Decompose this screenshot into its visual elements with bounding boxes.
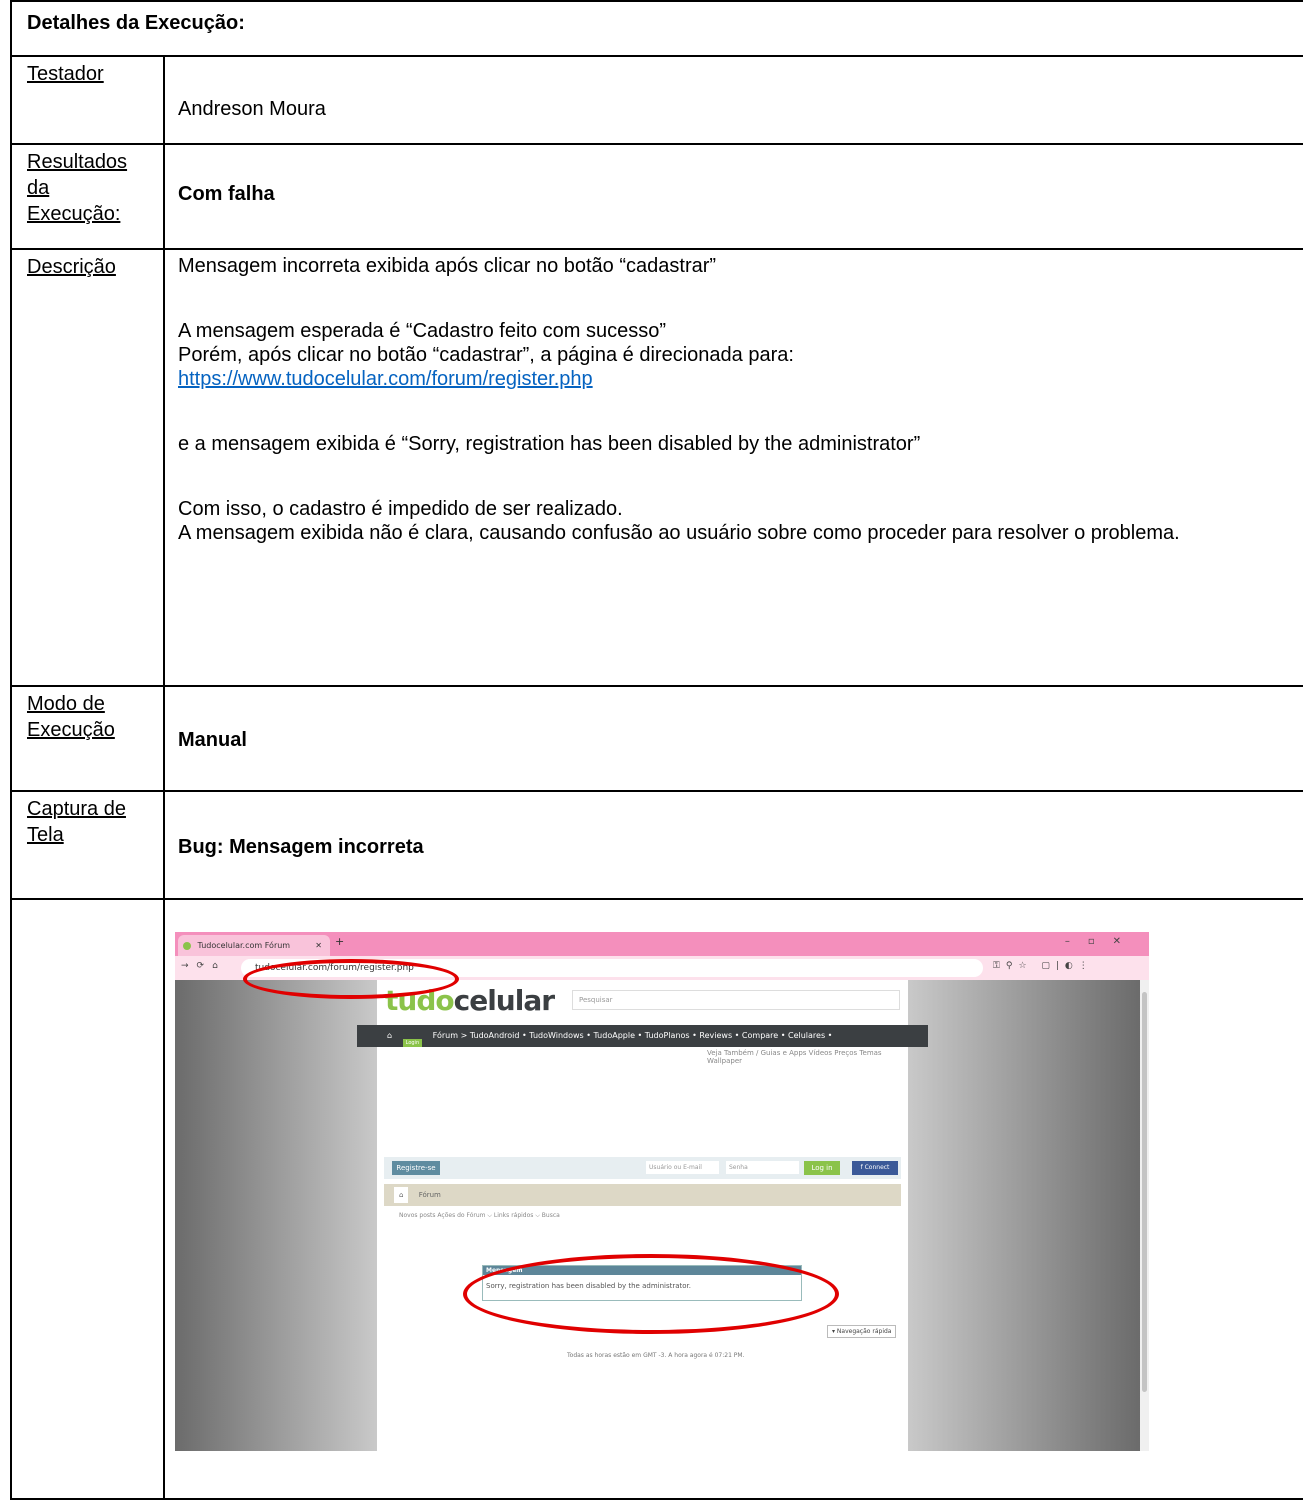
modo-label-line: Modo de — [27, 693, 105, 715]
site-nav-items[interactable]: Fórum > TudoAndroid • TudoWindows • Tudo… — [433, 1031, 833, 1040]
descricao-line: Com isso, o cadastro é impedido de ser r… — [178, 498, 623, 520]
logo-part: celular — [453, 984, 555, 1017]
resultados-label-line: Resultados — [27, 151, 128, 173]
page-background-left — [175, 980, 377, 1451]
quick-nav-button[interactable]: ▾ Navegação rápida — [827, 1325, 897, 1338]
heading-cell: Detalhes da Execução: — [10, 0, 1303, 57]
breadcrumb: ⌂ Fórum — [384, 1184, 901, 1206]
site-nav-bar: ⌂ Login Fórum > TudoAndroid • TudoWindow… — [357, 1025, 928, 1047]
page-background-right — [908, 980, 1140, 1451]
window-controls[interactable]: –▫✕ — [1065, 936, 1139, 947]
register-url-link[interactable]: https://www.tudocelular.com/forum/regist… — [178, 368, 593, 390]
forum-page: tudocelular Pesquisar ⌂ Login Fórum > Tu… — [357, 980, 928, 1451]
nav-buttons-icon[interactable]: →⟳⌂ — [181, 961, 226, 971]
modo-label-line: Execução — [27, 719, 115, 741]
testador-value-cell: Andreson Moura — [163, 55, 1303, 145]
descricao-label: Descrição — [10, 248, 165, 687]
url-highlight-oval — [243, 959, 459, 999]
favicon-icon — [183, 941, 191, 950]
descricao-line: Mensagem incorreta exibida após clicar n… — [178, 255, 717, 277]
captura-value: Bug: Mensagem incorreta — [178, 836, 424, 858]
testador-value: Andreson Moura — [178, 98, 326, 120]
close-tab-icon[interactable]: ✕ — [315, 935, 322, 956]
empty-label-cell — [10, 898, 165, 1500]
scrollbar-thumb[interactable] — [1142, 992, 1147, 1392]
home-icon[interactable]: ⌂ — [387, 1031, 392, 1040]
browser-tab-bar: Tudocelular.com Fórum ✕ + –▫✕ — [175, 932, 1149, 956]
resultados-value-cell: Com falha — [163, 143, 1303, 250]
descricao-value-cell: Mensagem incorreta exibida após clicar n… — [163, 248, 1303, 687]
browser-tab[interactable]: Tudocelular.com Fórum ✕ — [178, 935, 330, 956]
descricao-line: e a mensagem exibida é “Sorry, registrat… — [178, 433, 921, 455]
new-tab-icon[interactable]: + — [335, 935, 344, 948]
resultados-label-line: Execução: — [27, 203, 121, 225]
modo-label: Modo de Execução — [10, 685, 165, 792]
table-heading: Detalhes da Execução: — [27, 12, 245, 34]
testador-label: Testador — [10, 55, 165, 145]
password-input[interactable]: Senha — [726, 1161, 799, 1174]
scrollbar[interactable] — [1140, 980, 1149, 1451]
resultados-value: Com falha — [178, 183, 275, 205]
resultados-label-line: da — [27, 177, 50, 199]
forum-menu[interactable]: Novos posts Ações do Fórum ⌵ Links rápid… — [399, 1212, 560, 1220]
sub-nav[interactable]: Veja Também / Guias e Apps Vídeos Preços… — [707, 1049, 908, 1065]
username-input[interactable]: Usuário ou E-mail — [646, 1161, 719, 1174]
captura-value-cell: Bug: Mensagem incorreta — [163, 790, 1303, 900]
captura-label-line: Captura de — [27, 798, 126, 820]
register-button[interactable]: Registre-se — [392, 1161, 440, 1175]
message-highlight-oval — [463, 1254, 839, 1334]
modo-value: Manual — [178, 729, 247, 751]
modo-value-cell: Manual — [163, 685, 1303, 792]
login-badge[interactable]: Login — [402, 1039, 423, 1047]
descricao-line: A mensagem esperada é “Cadastro feito co… — [178, 320, 667, 342]
home-icon[interactable]: ⌂ — [394, 1187, 409, 1203]
login-button[interactable]: Log in — [804, 1161, 840, 1175]
forum-footer: Todas as horas estão em GMT -3. A hora a… — [567, 1352, 745, 1359]
bug-screenshot: Tudocelular.com Fórum ✕ + –▫✕ →⟳⌂ tudoce… — [175, 932, 1149, 1451]
site-search-input[interactable]: Pesquisar — [572, 990, 900, 1010]
login-bar: Registre-se Usuário ou E-mail Senha Log … — [384, 1157, 901, 1179]
resultados-label: Resultados da Execução: — [10, 143, 165, 250]
captura-label-line: Tela — [27, 824, 64, 846]
toolbar-icons[interactable]: ⚿⚲☆ ▢|◐⋮ — [993, 961, 1094, 971]
descricao-line: Porém, após clicar no botão “cadastrar”,… — [178, 344, 794, 366]
descricao-line: A mensagem exibida não é clara, causando… — [178, 522, 1180, 544]
facebook-connect-button[interactable]: f Connect — [852, 1161, 898, 1175]
forum-crumb[interactable]: Fórum — [419, 1191, 441, 1199]
tab-title: Tudocelular.com Fórum — [197, 941, 291, 950]
captura-label: Captura de Tela — [10, 790, 165, 900]
